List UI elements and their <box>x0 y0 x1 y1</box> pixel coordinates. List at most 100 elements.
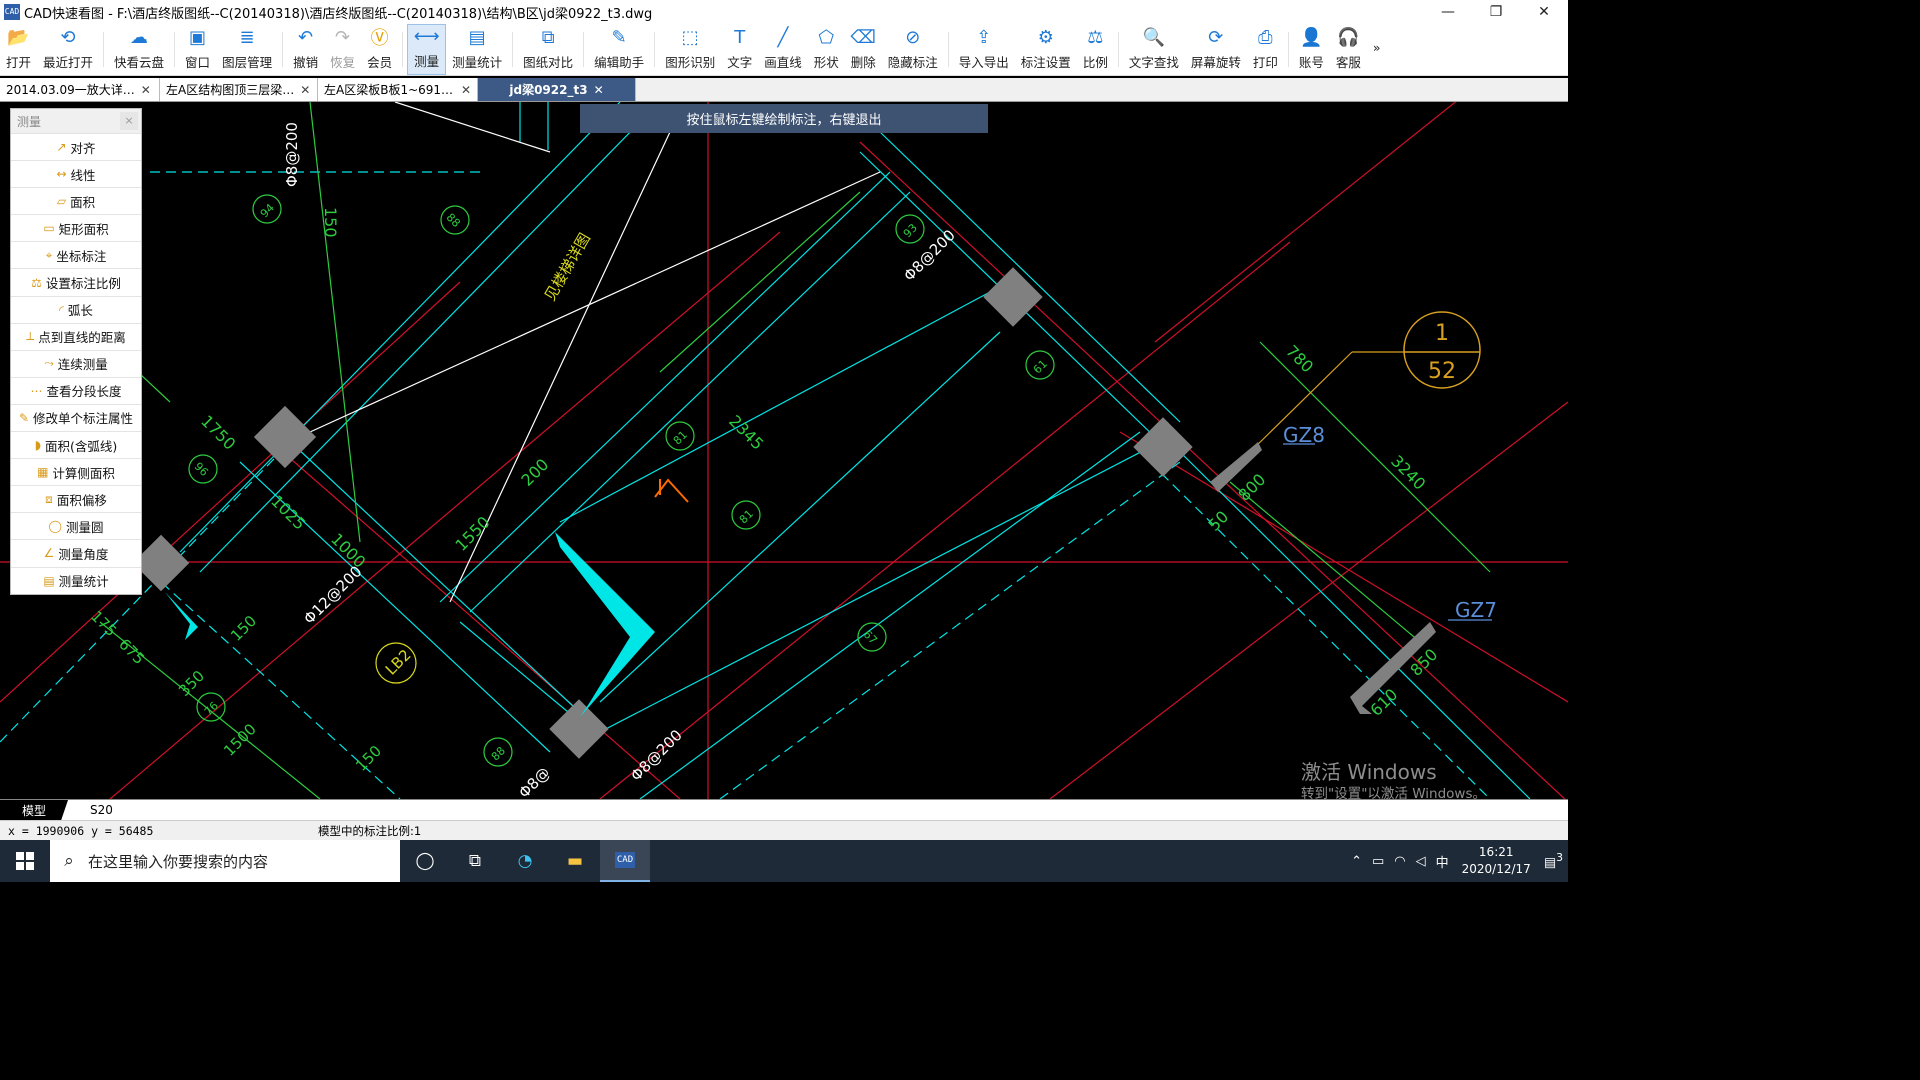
dimension-text: 1025 <box>267 491 309 533</box>
notification-icon[interactable]: ▤3 <box>1544 851 1563 870</box>
measure-tool-item[interactable]: ⌖ 坐标标注 <box>11 241 141 268</box>
tab-document-2[interactable]: 左A区结构图顶三层梁… ✕ <box>160 78 318 101</box>
dimension-text: 1550 <box>451 513 493 555</box>
stair-line <box>459 621 581 723</box>
eraser-icon: ⌫ <box>850 26 876 48</box>
taskbar-clock[interactable]: 16:21 2020/12/17 <box>1462 844 1531 878</box>
toolbar-button-16[interactable]: ⌫ 删除 <box>845 24 882 75</box>
measure-tool-item[interactable]: ∠ 测量角度 <box>11 539 141 566</box>
rebar-label: Φ8@200 <box>627 726 686 785</box>
toolbar-button-label: 图形识别 <box>665 55 716 70</box>
tab-label: jd梁0922_t3 <box>509 83 588 97</box>
toolbar-button-11[interactable]: ✎ 编辑助手 <box>588 24 650 75</box>
measure-tool-item[interactable]: ⤳ 连续测量 <box>11 349 141 377</box>
toolbar-button-13[interactable]: T 文字 <box>721 24 758 75</box>
measure-tool-item[interactable]: ▱ 面积 <box>11 187 141 214</box>
dimension-text: 1750 <box>197 411 239 453</box>
toolbar-button-18[interactable]: ⇪ 导入导出 <box>953 24 1015 75</box>
battery-icon[interactable]: ▭ <box>1372 854 1384 869</box>
toolbar-button-label: 图层管理 <box>222 55 273 70</box>
edge-browser-icon[interactable]: ◔ <box>500 840 550 882</box>
tab-document-active[interactable]: jd梁0922_t3 ✕ <box>478 78 636 101</box>
toolbar-button-1[interactable]: ⟲ 最近打开 <box>37 24 99 75</box>
tab-s20[interactable]: S20 <box>68 800 135 820</box>
toolbar-separator <box>947 32 949 67</box>
maximize-button[interactable]: ❐ <box>1472 0 1520 24</box>
toolbar-button-label: 比例 <box>1082 55 1108 70</box>
toolbar-button-10[interactable]: ⧉ 图纸对比 <box>517 24 579 75</box>
toolbar-button-7[interactable]: Ⓥ 会员 <box>361 24 398 75</box>
toolbar-button-2[interactable]: ☁ 快看云盘 <box>108 24 170 75</box>
toolbar-button-14[interactable]: ╱ 画直线 <box>758 24 808 75</box>
measure-tool-item[interactable]: ↗ 对齐 <box>11 133 141 160</box>
measure-tool-item[interactable]: ⚖ 设置标注比例 <box>11 268 141 295</box>
measure-tool-item[interactable]: ⟂ 点到直线的距离 <box>11 322 141 350</box>
toolbar-button-23[interactable]: ⎙ 打印 <box>1247 24 1284 75</box>
cortana-icon[interactable]: ◯ <box>400 840 450 882</box>
toolbar-button-5[interactable]: ↶ 撤销 <box>287 24 324 75</box>
toolbar-button-15[interactable]: ⬠ 形状 <box>808 24 845 75</box>
minimize-button[interactable]: — <box>1424 0 1472 24</box>
tab-document-3[interactable]: 左A区梁板B板1~6915_t3 ✕ <box>318 78 478 101</box>
taskbar-search-box[interactable]: ⌕ 在这里输入你要搜索的内容 <box>50 840 400 882</box>
toolbar-button-label: 最近打开 <box>43 55 94 70</box>
wifi-icon[interactable]: ◠ <box>1394 854 1405 869</box>
measure-tool-icon: ◜ <box>59 302 64 317</box>
tab-document-1[interactable]: 2014.03.09一放大详… ✕ <box>0 78 160 101</box>
measure-tool-item[interactable]: ▦ 计算侧面积 <box>11 458 141 485</box>
tab-close-icon[interactable]: ✕ <box>594 83 604 97</box>
toolbar-button-24[interactable]: 👤 账号 <box>1293 24 1330 75</box>
measure-tool-item[interactable]: ▤ 测量统计 <box>11 566 141 594</box>
toolbar-button-25[interactable]: 🎧 客服 <box>1330 24 1367 75</box>
tab-model[interactable]: 模型 <box>0 800 69 820</box>
toolbar-button-0[interactable]: 📂 打开 <box>0 24 37 75</box>
measure-tool-item[interactable]: ◯ 测量圆 <box>11 512 141 539</box>
toolbar-more-button[interactable]: » <box>1367 24 1387 75</box>
tab-close-icon[interactable]: ✕ <box>300 83 310 97</box>
measure-tool-label: 线性 <box>70 167 96 183</box>
tab-close-icon[interactable]: ✕ <box>461 83 471 97</box>
measure-tool-item[interactable]: ◗ 面积(含弧线) <box>11 431 141 458</box>
toolbar-button-label: 打开 <box>6 55 32 70</box>
toolbar-button-4[interactable]: ≣ 图层管理 <box>216 24 278 75</box>
toolbar-button-9[interactable]: ▤ 测量统计 <box>446 24 508 75</box>
dimension-text: 800 <box>1234 470 1269 505</box>
volume-icon[interactable]: ◁ <box>1416 854 1426 869</box>
search-placeholder: 在这里输入你要搜索的内容 <box>88 852 269 871</box>
toolbar-button-17[interactable]: ⊘ 隐藏标注 <box>882 24 944 75</box>
measure-tool-item[interactable]: ↔ 线性 <box>11 160 141 187</box>
tag-number: 96 <box>192 460 211 479</box>
toolbar-button-label: 编辑助手 <box>594 55 645 70</box>
app-logo-icon: CAD <box>4 4 20 20</box>
column-square <box>983 267 1043 327</box>
beam-line <box>199 121 641 573</box>
measure-tool-item[interactable]: ✎ 修改单个标注属性 <box>11 403 141 431</box>
toolbar-button-22[interactable]: ⟳ 屏幕旋转 <box>1185 24 1247 75</box>
ime-indicator[interactable]: 中 <box>1436 852 1449 871</box>
toolbar-button-3[interactable]: ▣ 窗口 <box>179 24 216 75</box>
clock-time: 16:21 <box>1478 845 1514 859</box>
toolbar-button-21[interactable]: 🔍 文字查找 <box>1123 24 1185 75</box>
panel-close-icon[interactable]: × <box>120 112 138 130</box>
tab-close-icon[interactable]: ✕ <box>141 83 151 97</box>
file-explorer-icon[interactable]: ▬ <box>550 840 600 882</box>
annotation-settings-icon: ⚙ <box>1037 26 1054 48</box>
toolbar-button-19[interactable]: ⚙ 标注设置 <box>1015 24 1077 75</box>
tray-chevron-icon[interactable]: ⌃ <box>1351 854 1362 869</box>
toolbar-button-8[interactable]: ⟷ 测量 <box>407 24 447 75</box>
close-window-button[interactable]: ✕ <box>1520 0 1568 24</box>
toolbar-button-12[interactable]: ⬚ 图形识别 <box>659 24 721 75</box>
measure-tool-item[interactable]: ◜ 弧长 <box>11 295 141 323</box>
start-button[interactable] <box>0 840 50 882</box>
section-sheet: 52 <box>1428 359 1456 384</box>
measure-tool-item[interactable]: ⋯ 查看分段长度 <box>11 376 141 404</box>
toolbar-button-20[interactable]: ⚖ 比例 <box>1077 24 1114 75</box>
column-tag-gz7: GZ7 <box>1455 598 1497 622</box>
measure-tool-item[interactable]: ▭ 矩形面积 <box>11 214 141 241</box>
hide-annotation-icon: ⊘ <box>905 26 921 48</box>
toolbar-button-6[interactable]: ↷ 恢复 <box>324 24 361 75</box>
task-view-icon[interactable]: ⧉ <box>450 840 500 882</box>
measure-tool-item[interactable]: ⧈ 面积偏移 <box>11 485 141 512</box>
cad-app-icon[interactable]: CAD <box>600 840 650 882</box>
drawing-canvas[interactable]: 1750 1025 1000 200 1550 2345 175 675 350… <box>0 102 1568 799</box>
